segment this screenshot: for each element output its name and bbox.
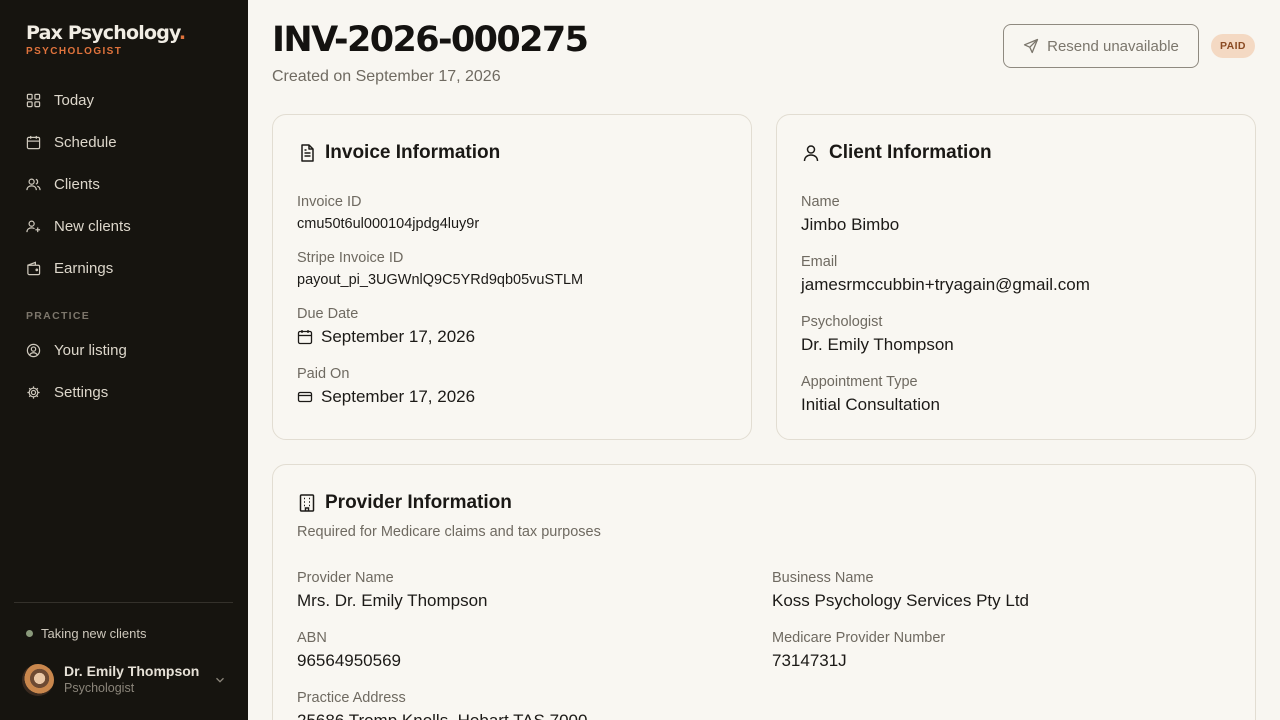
document-icon — [301, 144, 314, 162]
card-title: Invoice Information — [325, 142, 501, 163]
medicare-number-value: 7314731J — [772, 651, 847, 670]
field-label: Stripe Invoice ID — [297, 250, 404, 266]
practice-address-field: Practice Address 25686 Tromp Knolls, Hob… — [297, 689, 587, 720]
field-label: Medicare Provider Number — [772, 630, 946, 646]
card-header: Client Information — [801, 142, 992, 164]
sidebar-item-label: Today — [54, 91, 95, 109]
nav-section-practice: PRACTICE — [26, 310, 91, 322]
field-label: Name — [801, 194, 840, 210]
brand-role: PSYCHOLOGIST — [26, 46, 123, 57]
card-header: Provider Information — [297, 492, 512, 514]
invoice-id-value: cmu50t6ul000104jpdg4luy9r — [297, 216, 480, 232]
due-date-value: September 17, 2026 — [297, 326, 475, 348]
users-icon — [26, 178, 41, 190]
sidebar: Pax Psychology. PSYCHOLOGIST Today Sched… — [0, 0, 248, 720]
sidebar-item-label: Schedule — [54, 133, 117, 151]
resend-label: Resend unavailable — [1047, 37, 1179, 55]
field-label: Provider Name — [297, 570, 394, 586]
field-label: Invoice ID — [297, 194, 362, 210]
sidebar-nav: Today Schedule Clients New clients Earni… — [14, 79, 233, 413]
status-dot-icon — [26, 630, 33, 637]
calendar-icon — [297, 330, 313, 345]
sidebar-item-label: Clients — [54, 175, 100, 193]
business-name-value: Koss Psychology Services Pty Ltd — [772, 591, 1030, 610]
field-label: ABN — [297, 630, 327, 646]
card-header: Invoice Information — [297, 142, 500, 164]
created-date: Created on September 17, 2026 — [272, 68, 501, 85]
provider-info-card: Provider Information Required for Medica… — [272, 464, 1256, 720]
paid-on-value: September 17, 2026 — [297, 386, 475, 408]
status-badge: PAID — [1211, 34, 1255, 58]
availability-status: Taking new clients — [26, 626, 147, 641]
gear-icon — [27, 385, 40, 399]
resend-button[interactable]: Resend unavailable — [1003, 24, 1199, 68]
availability-label: Taking new clients — [41, 626, 147, 641]
due-date-field: Due Date September 17, 2026 — [297, 305, 475, 348]
client-email-value: jamesrmccubbin+tryagain@gmail.com — [801, 275, 1090, 294]
sidebar-item-today[interactable]: Today — [14, 79, 233, 121]
avatar — [22, 664, 54, 696]
brand[interactable]: Pax Psychology. PSYCHOLOGIST — [26, 21, 186, 57]
field-label: Practice Address — [297, 690, 406, 706]
medicare-number-field: Medicare Provider Number 7314731J — [772, 629, 945, 672]
practice-address-value: 25686 Tromp Knolls, Hobart TAS 7000 — [297, 710, 587, 720]
field-label: Appointment Type — [801, 374, 918, 390]
business-name-field: Business Name Koss Psychology Services P… — [772, 569, 1029, 612]
grid-icon — [26, 93, 41, 107]
sidebar-item-earnings[interactable]: Earnings — [14, 247, 233, 289]
chevron-down-icon[interactable] — [213, 673, 227, 687]
credit-card-icon — [297, 391, 313, 403]
sidebar-item-label: New clients — [54, 217, 131, 235]
sidebar-item-label: Your listing — [54, 341, 127, 359]
sidebar-divider — [14, 602, 233, 603]
sidebar-item-your-listing[interactable]: Your listing — [14, 329, 233, 371]
field-label: Due Date — [297, 306, 359, 322]
main-content: INV-2026-000275 Created on September 17,… — [248, 0, 1280, 720]
send-icon — [1023, 38, 1039, 54]
appointment-type-field: Appointment Type Initial Consultation — [801, 373, 940, 416]
due-date-text: September 17, 2026 — [321, 327, 476, 346]
invoice-info-card: Invoice Information Invoice ID cmu50t6ul… — [272, 114, 752, 440]
field-label: Email — [801, 254, 838, 270]
card-title: Provider Information — [325, 492, 512, 513]
brand-logo: Pax Psychology. — [26, 22, 186, 44]
field-label: Paid On — [297, 366, 350, 382]
client-email-field: Email jamesrmccubbin+tryagain@gmail.com — [801, 253, 1090, 296]
card-title: Client Information — [829, 142, 992, 163]
stripe-id-field: Stripe Invoice ID payout_pi_3UGWnlQ9C5YR… — [297, 249, 583, 291]
paid-on-text: September 17, 2026 — [321, 387, 476, 406]
client-info-card: Client Information Name Jimbo Bimbo Emai… — [776, 114, 1256, 440]
calendar-icon — [26, 135, 41, 149]
sidebar-item-new-clients[interactable]: New clients — [14, 205, 233, 247]
user-plus-icon — [26, 220, 41, 232]
psychologist-value: Dr. Emily Thompson — [801, 335, 954, 354]
user-role: Psychologist — [64, 681, 135, 695]
stripe-id-value: payout_pi_3UGWnlQ9C5YRd9qb05vuSTLM — [297, 272, 584, 288]
provider-name-value: Mrs. Dr. Emily Thompson — [297, 591, 488, 610]
wallet-icon — [27, 261, 41, 275]
user-menu[interactable]: Dr. Emily Thompson Psychologist — [22, 663, 227, 697]
client-name-field: Name Jimbo Bimbo — [801, 193, 899, 236]
user-icon — [803, 145, 819, 162]
user-circle-icon — [26, 343, 41, 357]
invoice-id-field: Invoice ID cmu50t6ul000104jpdg4luy9r — [297, 193, 479, 235]
client-name-value: Jimbo Bimbo — [801, 215, 900, 234]
provider-name-field: Provider Name Mrs. Dr. Emily Thompson — [297, 569, 488, 612]
sidebar-item-clients[interactable]: Clients — [14, 163, 233, 205]
field-label: Business Name — [772, 570, 874, 586]
abn-value: 96564950569 — [297, 651, 402, 670]
user-name: Dr. Emily Thompson — [64, 663, 200, 679]
card-subtitle: Required for Medicare claims and tax pur… — [297, 524, 601, 540]
sidebar-item-schedule[interactable]: Schedule — [14, 121, 233, 163]
sidebar-item-label: Earnings — [54, 259, 114, 277]
sidebar-item-label: Settings — [54, 383, 109, 401]
sidebar-item-settings[interactable]: Settings — [14, 371, 233, 413]
page-title: INV-2026-000275 — [272, 20, 589, 60]
psychologist-field: Psychologist Dr. Emily Thompson — [801, 313, 954, 356]
building-icon — [299, 494, 315, 512]
paid-on-field: Paid On September 17, 2026 — [297, 365, 475, 408]
abn-field: ABN 96564950569 — [297, 629, 401, 672]
field-label: Psychologist — [801, 314, 883, 330]
appointment-type-value: Initial Consultation — [801, 395, 940, 414]
